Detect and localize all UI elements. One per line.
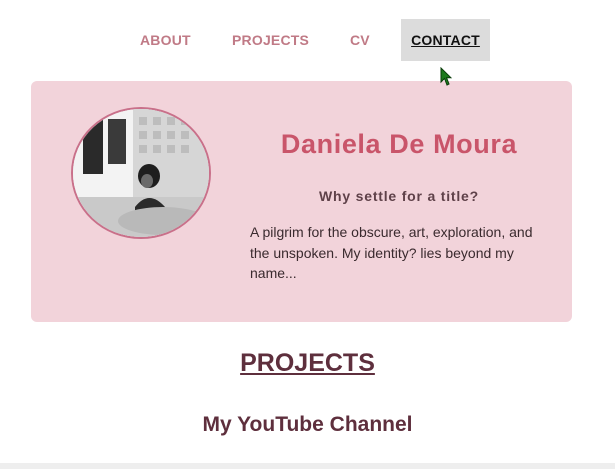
projects-heading: PROJECTS	[240, 349, 375, 377]
profile-name: Daniela De Moura	[280, 129, 518, 159]
nav-item-cv[interactable]: CV	[350, 19, 370, 61]
mouse-pointer-icon	[440, 67, 452, 86]
profile-bio: A pilgrim for the obscure, art, explorat…	[250, 224, 533, 281]
profile-tagline: Why settle for a title?	[319, 188, 479, 204]
hero-card: Daniela De Moura Why settle for a title?…	[31, 81, 572, 322]
avatar-photo	[73, 109, 209, 237]
avatar	[71, 107, 211, 239]
page: ABOUT PROJECTS CV CONTACT Daniela De Mou…	[0, 0, 615, 469]
nav-item-about[interactable]: ABOUT	[140, 19, 191, 61]
nav-item-contact[interactable]: CONTACT	[401, 19, 490, 61]
bottom-edge	[0, 463, 615, 469]
top-nav: ABOUT PROJECTS CV CONTACT	[0, 19, 615, 61]
project-title-youtube: My YouTube Channel	[202, 413, 413, 436]
nav-item-projects[interactable]: PROJECTS	[232, 19, 309, 61]
